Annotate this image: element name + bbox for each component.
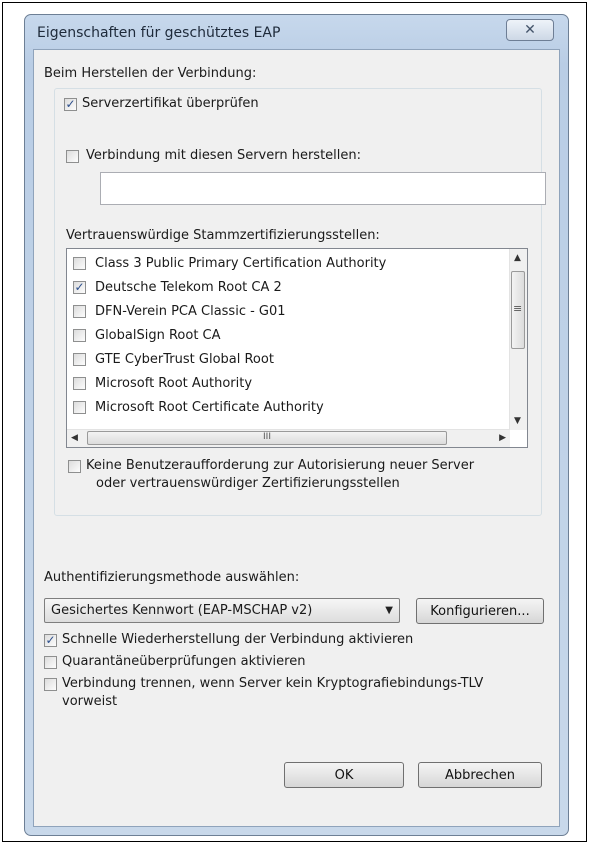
- dialog-title: Eigenschaften für geschütztes EAP: [37, 25, 281, 41]
- scroll-up-icon[interactable]: ▲: [514, 253, 521, 263]
- root-checkbox[interactable]: [73, 305, 86, 318]
- list-item[interactable]: DFN-Verein PCA Classic - G01: [73, 301, 503, 325]
- root-label: Microsoft Root Authority: [95, 376, 253, 391]
- no-prompt-checkbox[interactable]: [68, 460, 81, 473]
- scroll-left-icon[interactable]: ◀: [71, 433, 78, 443]
- grip-icon: III: [263, 432, 271, 442]
- root-checkbox[interactable]: [73, 377, 86, 390]
- list-horizontal-scrollbar[interactable]: ◀ III ▶: [67, 429, 510, 447]
- configure-button[interactable]: Konfigurieren...: [416, 598, 544, 624]
- close-icon: ✕: [524, 22, 536, 38]
- no-prompt-label-line1: Keine Benutzeraufforderung zur Autorisie…: [86, 458, 475, 473]
- root-checkbox[interactable]: ✓: [73, 281, 86, 294]
- connect-heading: Beim Herstellen der Verbindung:: [44, 66, 257, 81]
- verify-cert-label: Serverzertifikat überprüfen: [82, 96, 259, 111]
- check-icon: ✓: [45, 633, 56, 647]
- auth-method-select[interactable]: Gesichertes Kennwort (EAP-MSCHAP v2) ▼: [44, 598, 400, 623]
- trusted-roots-list[interactable]: Class 3 Public Primary Certification Aut…: [66, 248, 528, 448]
- root-label: GTE CyberTrust Global Root: [95, 352, 274, 367]
- list-vertical-scrollbar[interactable]: ▲ ≡ ▼: [509, 249, 527, 430]
- root-label: Deutsche Telekom Root CA 2: [95, 280, 282, 295]
- fast-reconnect-checkbox[interactable]: ✓: [44, 634, 57, 647]
- root-label: DFN-Verein PCA Classic - G01: [95, 304, 286, 319]
- list-item[interactable]: GlobalSign Root CA: [73, 325, 503, 349]
- server-names-input[interactable]: [100, 172, 546, 205]
- scroll-right-icon[interactable]: ▶: [499, 433, 506, 443]
- vertical-scroll-thumb[interactable]: ≡: [511, 271, 525, 349]
- list-item[interactable]: Microsoft Root Certificate Authority: [73, 397, 503, 421]
- scroll-down-icon[interactable]: ▼: [514, 416, 521, 426]
- verify-cert-option[interactable]: ✓ Serverzertifikat überprüfen: [60, 94, 280, 114]
- crypto-binding-checkbox[interactable]: [44, 678, 57, 691]
- check-icon: ✓: [65, 97, 76, 111]
- fast-reconnect-label: Schnelle Wiederherstellung der Verbindun…: [62, 632, 414, 647]
- ok-button[interactable]: OK: [284, 762, 404, 788]
- root-checkbox[interactable]: [73, 257, 86, 270]
- quarantine-label: Quarantäneüberprüfungen aktivieren: [62, 654, 306, 669]
- list-item[interactable]: GTE CyberTrust Global Root: [73, 349, 503, 373]
- root-label: GlobalSign Root CA: [95, 328, 221, 343]
- crypto-binding-label-line1: Verbindung trennen, wenn Server kein Kry…: [62, 676, 484, 691]
- dialog-content: Beim Herstellen der Verbindung: ✓ Server…: [33, 49, 560, 827]
- quarantine-checkbox[interactable]: [44, 656, 57, 669]
- list-item[interactable]: ✓ Deutsche Telekom Root CA 2: [73, 277, 503, 301]
- check-icon: ✓: [74, 280, 85, 294]
- root-label: Microsoft Root Certificate Authority: [95, 400, 324, 415]
- crypto-binding-label-line2: vorweist: [62, 694, 118, 709]
- horizontal-scroll-thumb[interactable]: III: [87, 431, 447, 445]
- connect-servers-label: Verbindung mit diesen Servern herstellen…: [86, 148, 362, 163]
- root-label: Class 3 Public Primary Certification Aut…: [95, 256, 387, 271]
- connect-servers-checkbox[interactable]: [66, 150, 79, 163]
- auth-method-value: Gesichertes Kennwort (EAP-MSCHAP v2): [51, 603, 313, 618]
- grip-icon: ≡: [513, 302, 523, 315]
- root-checkbox[interactable]: [73, 401, 86, 414]
- title-bar[interactable]: Eigenschaften für geschütztes EAP ✕: [25, 15, 568, 51]
- auth-method-heading: Authentifizierungsmethode auswählen:: [44, 570, 300, 585]
- list-item[interactable]: Class 3 Public Primary Certification Aut…: [73, 253, 503, 277]
- list-item[interactable]: Microsoft Root Authority: [73, 373, 503, 397]
- root-checkbox[interactable]: [73, 329, 86, 342]
- chevron-down-icon: ▼: [385, 605, 393, 616]
- trusted-roots-label: Vertrauenswürdige Stammzertifizierungsst…: [66, 228, 380, 243]
- no-prompt-label-line2: oder vertrauenswürdiger Zertifizierungss…: [96, 476, 400, 491]
- verify-cert-checkbox[interactable]: ✓: [64, 98, 77, 111]
- close-button[interactable]: ✕: [506, 19, 554, 41]
- cancel-button[interactable]: Abbrechen: [418, 762, 542, 788]
- eap-properties-dialog: Eigenschaften für geschütztes EAP ✕ Beim…: [24, 14, 569, 836]
- root-checkbox[interactable]: [73, 353, 86, 366]
